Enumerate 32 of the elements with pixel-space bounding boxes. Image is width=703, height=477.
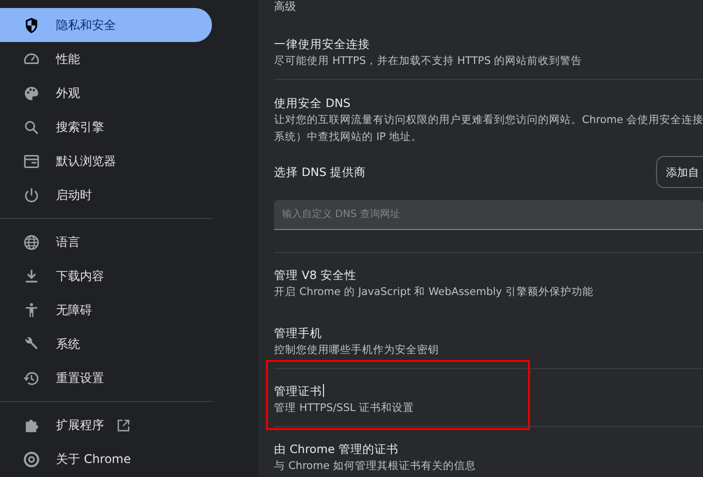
setting-title: 一律使用安全连接 (274, 36, 370, 53)
sidebar-item[interactable]: 语言 (0, 225, 212, 259)
dns-provider-label: 选择 DNS 提供商 (274, 164, 366, 180)
sidebar-item[interactable]: 重置设置 (0, 361, 212, 395)
add-provider-button[interactable]: 添加自 (656, 156, 703, 188)
setting-title: 管理手机 (274, 325, 322, 342)
dns-url-field[interactable]: 输入自定义 DNS 查询网址 (274, 200, 703, 230)
setting-description: 控制您使用哪些手机作为安全密钥 (274, 343, 440, 358)
setting-description: 与 Chrome 如何管理其根证书有关的信息 (274, 459, 477, 474)
sidebar-item[interactable]: 默认浏览器 (0, 144, 212, 178)
sidebar-item[interactable]: 下载内容 (0, 259, 212, 293)
setting-title: 使用安全 DNS (274, 95, 350, 112)
setting-title: 由 Chrome 管理的证书 (274, 441, 398, 458)
setting-description: 开启 Chrome 的 JavaScript 和 WebAssembly 引擎额外保护功能 (274, 285, 594, 300)
setting-description: 管理 HTTPS/SSL 证书和设置 (274, 401, 415, 416)
sidebar-item[interactable]: 启动时 (0, 178, 212, 212)
sidebar-item[interactable]: 隐私和安全 (0, 8, 212, 42)
sidebar-item[interactable]: 系统 (0, 327, 212, 361)
sidebar-item[interactable]: 关于 Chrome (0, 442, 212, 476)
setting-title: 管理证书 (274, 383, 324, 400)
sidebar-item[interactable]: 无障碍 (0, 293, 212, 327)
setting-description: 尽可能使用 HTTPS，并在加载不支持 HTTPS 的网站前收到警告 (274, 54, 584, 69)
power-icon (22, 186, 41, 204)
section-heading: 高级 (274, 0, 297, 14)
sidebar-item[interactable]: 搜索引擎 (0, 110, 212, 144)
globe-icon (22, 232, 41, 252)
setting-description: 系统）中查找网站的 IP 地址。 (274, 130, 424, 145)
sidebar-item[interactable]: 性能 (0, 42, 212, 76)
sidebar-item[interactable]: 扩展程序 (0, 408, 212, 442)
setting-title: 管理 V8 安全性 (274, 267, 356, 284)
setting-description: 让对您的互联网流量有访问权限的用户更难看到您访问的网站。Chrome 会使用安全连接 (274, 113, 703, 128)
sidebar-item[interactable]: 外观 (0, 76, 212, 110)
